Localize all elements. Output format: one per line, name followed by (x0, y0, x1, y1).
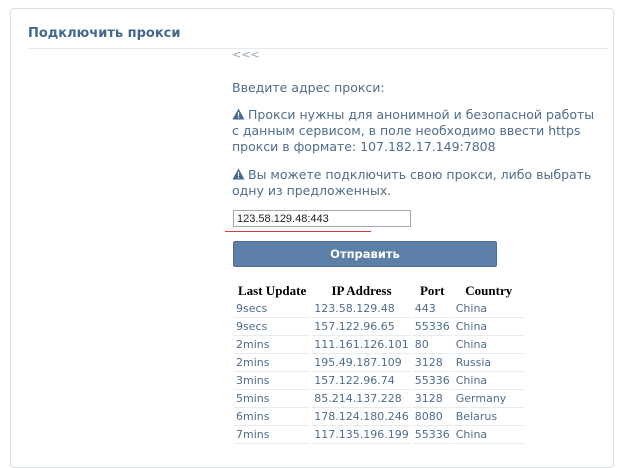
column-header-last-update: Last Update (238, 283, 307, 298)
column-header-port: Port (419, 283, 445, 298)
cell-ip-address: 157.122.96.74 (312, 372, 411, 390)
cell-ip-address: 157.122.96.65 (312, 318, 411, 336)
cell-port: 3128 (412, 390, 452, 408)
cell-ip-address: 117.135.196.199 (312, 426, 411, 444)
cell-country: China (453, 300, 524, 318)
table-row[interactable]: 2mins 195.49.187.109 3128 Russia (234, 354, 524, 372)
cell-last-update: 6mins (234, 408, 311, 426)
cell-last-update: 2mins (234, 336, 311, 354)
column-header-country: Country (465, 283, 513, 298)
cell-last-update: 2mins (234, 354, 311, 372)
cell-last-update: 9secs (234, 318, 311, 336)
cell-port: 55336 (412, 318, 452, 336)
cell-country: China (453, 318, 524, 336)
cell-last-update: 3mins (234, 372, 311, 390)
proxy-note-format: Прокси нужны для анонимной и безопасной … (232, 107, 602, 155)
table-row[interactable]: 9secs 123.58.129.48 443 China (234, 300, 524, 318)
proxy-address-input[interactable] (233, 210, 411, 227)
cell-port: 3128 (412, 354, 452, 372)
table-row[interactable]: 3mins 157.122.96.74 55336 China (234, 372, 524, 390)
proxy-list-table: Last Update IP Address Port Country 9sec… (232, 282, 526, 444)
warning-icon (232, 108, 245, 120)
cell-country: Germany (453, 390, 524, 408)
proxy-note-choose: Вы можете подключить свою прокси, либо в… (232, 167, 602, 199)
panel-divider (28, 48, 608, 49)
input-red-underline (225, 231, 371, 232)
cell-ip-address: 111.161.126.101 (312, 336, 411, 354)
cell-port: 55336 (412, 426, 452, 444)
cell-country: China (453, 336, 524, 354)
panel-title: Подключить прокси (28, 26, 181, 41)
cell-ip-address: 178.124.180.246 (312, 408, 411, 426)
cell-country: China (453, 372, 524, 390)
table-header-row: Last Update IP Address Port Country (234, 282, 524, 300)
warning-icon (232, 168, 245, 180)
table-row[interactable]: 9secs 157.122.96.65 55336 China (234, 318, 524, 336)
cell-port: 80 (412, 336, 452, 354)
cell-ip-address: 195.49.187.109 (312, 354, 411, 372)
cell-country: Russia (453, 354, 524, 372)
proxy-note-format-text: Прокси нужны для анонимной и безопасной … (232, 107, 595, 154)
cell-port: 8080 (412, 408, 452, 426)
cell-port: 443 (412, 300, 452, 318)
cell-ip-address: 123.58.129.48 (312, 300, 411, 318)
cell-last-update: 9secs (234, 300, 311, 318)
submit-button[interactable]: Отправить (233, 241, 497, 267)
back-link[interactable]: <<< (232, 48, 260, 61)
cell-last-update: 7mins (234, 426, 311, 444)
column-header-ip-address: IP Address (331, 283, 392, 298)
cell-country: China (453, 426, 524, 444)
cell-last-update: 5mins (234, 390, 311, 408)
table-row[interactable]: 7mins 117.135.196.199 55336 China (234, 426, 524, 444)
proxy-prompt: Введите адрес прокси: (232, 80, 385, 95)
cell-country: Belarus (453, 408, 524, 426)
cell-port: 55336 (412, 372, 452, 390)
cell-ip-address: 85.214.137.228 (312, 390, 411, 408)
table-row[interactable]: 5mins 85.214.137.228 3128 Germany (234, 390, 524, 408)
proxy-note-choose-text: Вы можете подключить свою прокси, либо в… (232, 167, 592, 198)
table-row[interactable]: 2mins 111.161.126.101 80 China (234, 336, 524, 354)
table-row[interactable]: 6mins 178.124.180.246 8080 Belarus (234, 408, 524, 426)
